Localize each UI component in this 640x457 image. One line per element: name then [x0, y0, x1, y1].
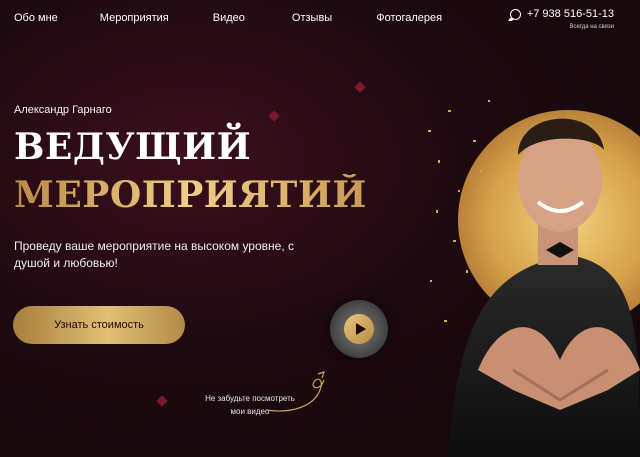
- main-nav: Обо мне Мероприятия Видео Отзывы Фотогал…: [14, 12, 442, 24]
- hero-title-line2: МЕРОПРИЯТИЙ: [14, 174, 367, 216]
- nav-item-about[interactable]: Обо мне: [14, 12, 58, 24]
- availability-text: Всегда на связи: [569, 24, 614, 30]
- nav-item-reviews[interactable]: Отзывы: [292, 12, 332, 24]
- host-photo: [428, 100, 640, 457]
- nav-item-gallery[interactable]: Фотогалерея: [376, 12, 442, 24]
- hero-description: Проведу ваше мероприятие на высоком уров…: [14, 239, 295, 270]
- contact-block: +7 938 516-51-13 Всегда на связи: [509, 8, 614, 30]
- get-price-button[interactable]: Узнать стоимость: [13, 306, 185, 344]
- hero-title-line1: ВЕДУЩИЙ: [14, 126, 252, 168]
- nav-item-events[interactable]: Мероприятия: [100, 12, 169, 24]
- sparkle-decoration: [156, 395, 168, 407]
- nav-item-video[interactable]: Видео: [213, 12, 245, 24]
- whatsapp-icon[interactable]: [509, 8, 521, 20]
- arrow-doodle-icon: [265, 371, 325, 412]
- phone-number[interactable]: +7 938 516-51-13: [527, 8, 614, 20]
- phone-row[interactable]: +7 938 516-51-13: [509, 8, 614, 20]
- play-video-button[interactable]: [330, 300, 388, 358]
- sparkle-decoration: [268, 110, 280, 122]
- play-icon: [344, 314, 374, 344]
- sparkle-decoration: [354, 81, 366, 93]
- host-name: Александр Гарнаго: [14, 104, 112, 116]
